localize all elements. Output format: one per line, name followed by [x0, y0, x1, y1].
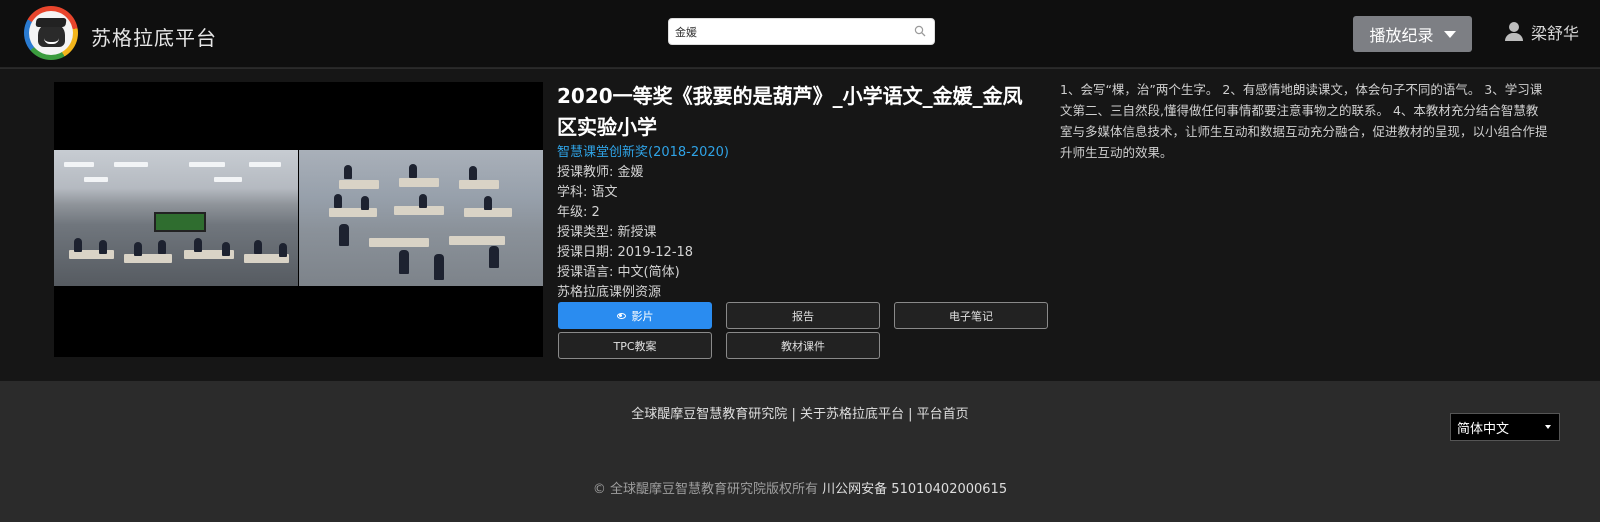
footer-separator: | — [908, 407, 913, 422]
footer-link-about[interactable]: 关于苏格拉底平台 — [800, 407, 904, 422]
report-button[interactable]: 报告 — [726, 302, 880, 329]
user-name: 梁舒华 — [1531, 24, 1580, 43]
meta-source: 苏格拉底课例资源 — [557, 285, 662, 300]
meta-subject: 学科: 语文 — [557, 185, 618, 200]
play-record-button[interactable]: 播放纪录 — [1353, 16, 1472, 52]
classroom-view-left — [54, 150, 298, 286]
icp-record-link[interactable]: 川公网安备 51010402000615 — [822, 482, 1007, 497]
meta-language: 授课语言: 中文(简体) — [557, 265, 680, 280]
search-input[interactable] — [675, 23, 905, 41]
film-button-label: 影片 — [631, 309, 654, 323]
lesson-title: 2020一等奖《我要的是葫芦》_小学语文_金媛_金凤区实验小学 — [557, 84, 1023, 139]
footer: 全球醍摩豆智慧教育研究院 | 关于苏格拉底平台 | 平台首页 简体中文 © 全球… — [0, 381, 1600, 522]
footer-link-home[interactable]: 平台首页 — [917, 407, 969, 422]
meta-teacher: 授课教师: 金媛 — [557, 165, 644, 180]
lesson-description: 1、会写“棵，治”两个生字。 2、有感情地朗读课文，体会句子不同的语气。 3、学… — [1060, 82, 1548, 160]
user-icon — [1505, 22, 1523, 42]
materials-button-label: 教材课件 — [781, 339, 825, 353]
e-notes-button[interactable]: 电子笔记 — [894, 302, 1048, 329]
meta-lesson-type: 授课类型: 新授课 — [557, 225, 657, 240]
site-logo[interactable] — [24, 6, 78, 60]
logo-icon — [29, 11, 73, 55]
report-button-label: 报告 — [792, 309, 814, 323]
film-button[interactable]: 影片 — [558, 302, 712, 329]
footer-links: 全球醍摩豆智慧教育研究院 | 关于苏格拉底平台 | 平台首页 — [0, 403, 1600, 422]
copyright-text: © 全球醍摩豆智慧教育研究院版权所有 — [592, 482, 819, 497]
tpc-plan-button[interactable]: TPC教案 — [558, 332, 712, 359]
search-box — [668, 18, 935, 45]
tpc-plan-button-label: TPC教案 — [613, 339, 657, 353]
eye-icon — [616, 312, 626, 319]
top-navbar: 苏格拉底平台 播放纪录 梁舒华 — [0, 0, 1600, 68]
language-select-value: 简体中文 — [1457, 421, 1510, 437]
e-notes-button-label: 电子笔记 — [949, 309, 993, 323]
caret-down-icon — [1443, 30, 1456, 38]
footer-link-institute[interactable]: 全球醍摩豆智慧教育研究院 — [631, 407, 787, 422]
user-menu[interactable]: 梁舒华 — [1505, 20, 1579, 44]
classroom-view-right — [299, 150, 543, 286]
dropdown-arrow-icon — [1545, 425, 1551, 429]
meta-date: 授课日期: 2019-12-18 — [557, 245, 694, 260]
language-select[interactable]: 简体中文 — [1450, 413, 1560, 441]
award-link[interactable]: 智慧课堂创新奖(2018-2020) — [557, 143, 1037, 163]
search-icon[interactable] — [914, 25, 926, 37]
materials-button[interactable]: 教材课件 — [726, 332, 880, 359]
copyright: © 全球醍摩豆智慧教育研究院版权所有 川公网安备 51010402000615 — [0, 478, 1600, 497]
lesson-info: 2020一等奖《我要的是葫芦》_小学语文_金媛_金凤区实验小学 智慧课堂创新奖(… — [557, 81, 1037, 303]
meta-grade: 年级: 2 — [557, 205, 600, 220]
site-title[interactable]: 苏格拉底平台 — [91, 22, 217, 51]
video-player[interactable] — [54, 82, 543, 357]
lesson-detail-panel: 2020一等奖《我要的是葫芦》_小学语文_金媛_金凤区实验小学 智慧课堂创新奖(… — [0, 69, 1600, 381]
footer-separator: | — [791, 407, 796, 422]
play-record-label: 播放纪录 — [1369, 26, 1434, 45]
